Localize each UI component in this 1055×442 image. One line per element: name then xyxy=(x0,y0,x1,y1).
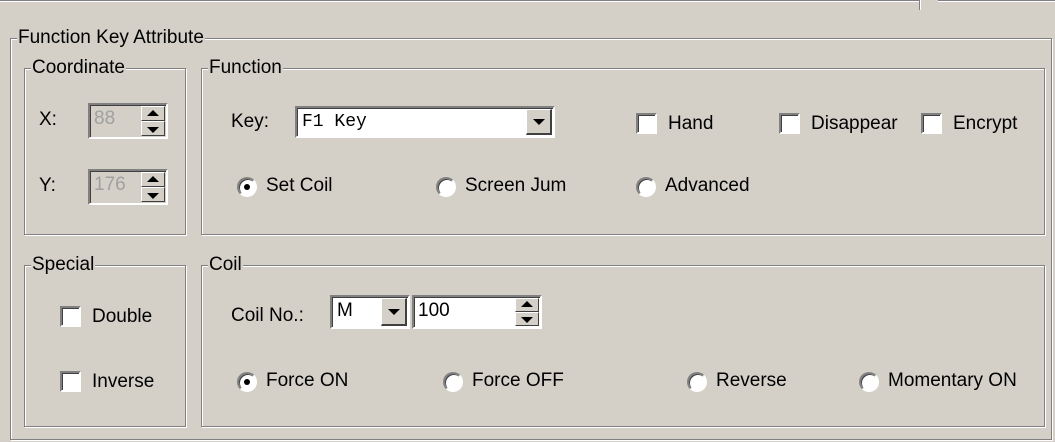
function-key-attribute-title: Function Key Attribute xyxy=(17,26,205,50)
arrow-up-icon xyxy=(521,301,533,307)
y-coordinate-spinner[interactable]: 176 xyxy=(88,169,168,205)
coil-spin-up-button[interactable] xyxy=(515,298,539,312)
key-label: Key: xyxy=(231,111,270,132)
screen-jump-radio[interactable] xyxy=(436,177,456,197)
y-label: Y: xyxy=(39,175,56,196)
advanced-radio[interactable] xyxy=(636,177,656,197)
double-label: Double xyxy=(92,306,153,327)
inverse-checkbox[interactable] xyxy=(60,371,81,392)
top-edge-notch xyxy=(919,0,921,10)
special-title: Special xyxy=(31,253,96,277)
advanced-label: Advanced xyxy=(665,175,750,196)
force-off-radio[interactable] xyxy=(443,372,463,392)
x-coordinate-value: 88 xyxy=(94,108,116,129)
hand-checkbox[interactable] xyxy=(636,113,657,134)
coil-spin-down-button[interactable] xyxy=(515,312,539,326)
disappear-checkbox[interactable] xyxy=(779,113,800,134)
key-select[interactable]: F1 Key xyxy=(295,106,555,138)
force-on-label: Force ON xyxy=(266,370,349,391)
y-coordinate-value: 176 xyxy=(94,174,126,195)
radio-selected-dot xyxy=(244,184,250,190)
radio-selected-dot xyxy=(244,379,250,385)
set-coil-label: Set Coil xyxy=(266,175,333,196)
y-spin-buttons xyxy=(141,172,165,202)
key-dropdown-button[interactable] xyxy=(526,109,552,135)
x-spin-up-button[interactable] xyxy=(141,106,165,121)
top-edge xyxy=(0,0,920,2)
coil-number-value: 100 xyxy=(418,300,450,321)
coil-number-spinner[interactable]: 100 xyxy=(412,295,542,329)
top-edge-right xyxy=(938,0,1055,2)
inverse-label: Inverse xyxy=(92,371,155,392)
x-label: X: xyxy=(39,109,57,130)
coordinate-group: Coordinate X: 88 Y: 176 xyxy=(24,56,186,235)
encrypt-checkbox[interactable] xyxy=(921,113,942,134)
coil-spin-buttons xyxy=(515,298,539,326)
key-select-value: F1 Key xyxy=(302,112,367,132)
double-checkbox[interactable] xyxy=(60,306,81,327)
coil-group: Coil Coil No.: M 100 Force ON Force OFF … xyxy=(201,253,1045,427)
encrypt-label: Encrypt xyxy=(953,113,1018,134)
force-on-radio[interactable] xyxy=(237,372,257,392)
chevron-down-icon xyxy=(532,118,545,125)
disappear-label: Disappear xyxy=(811,113,898,134)
arrow-up-icon xyxy=(147,109,159,116)
screen-jump-label: Screen Jum xyxy=(465,175,567,196)
function-title: Function xyxy=(208,56,283,80)
coil-no-label: Coil No.: xyxy=(231,305,304,326)
x-spin-buttons xyxy=(141,106,165,136)
reverse-radio[interactable] xyxy=(687,372,707,392)
device-type-select[interactable]: M xyxy=(330,295,410,329)
arrow-down-icon xyxy=(147,126,159,133)
chevron-down-icon xyxy=(387,308,400,315)
momentary-on-radio[interactable] xyxy=(859,372,879,392)
reverse-label: Reverse xyxy=(716,370,787,391)
hand-label: Hand xyxy=(668,113,714,134)
coordinate-title: Coordinate xyxy=(31,56,126,80)
y-spin-down-button[interactable] xyxy=(141,187,165,202)
device-type-dropdown-button[interactable] xyxy=(381,298,407,326)
arrow-down-icon xyxy=(147,192,159,199)
x-spin-down-button[interactable] xyxy=(141,121,165,136)
momentary-on-label: Momentary ON xyxy=(888,370,1017,391)
force-off-label: Force OFF xyxy=(472,370,564,391)
coil-title: Coil xyxy=(208,253,243,277)
y-spin-up-button[interactable] xyxy=(141,172,165,187)
arrow-down-icon xyxy=(521,317,533,323)
x-coordinate-spinner[interactable]: 88 xyxy=(88,103,168,139)
special-group: Special Double Inverse xyxy=(24,253,186,427)
set-coil-radio[interactable] xyxy=(237,177,257,197)
function-group: Function Key: F1 Key Hand Disappear Encr… xyxy=(201,56,1045,235)
arrow-up-icon xyxy=(147,175,159,182)
device-type-value: M xyxy=(337,300,353,321)
